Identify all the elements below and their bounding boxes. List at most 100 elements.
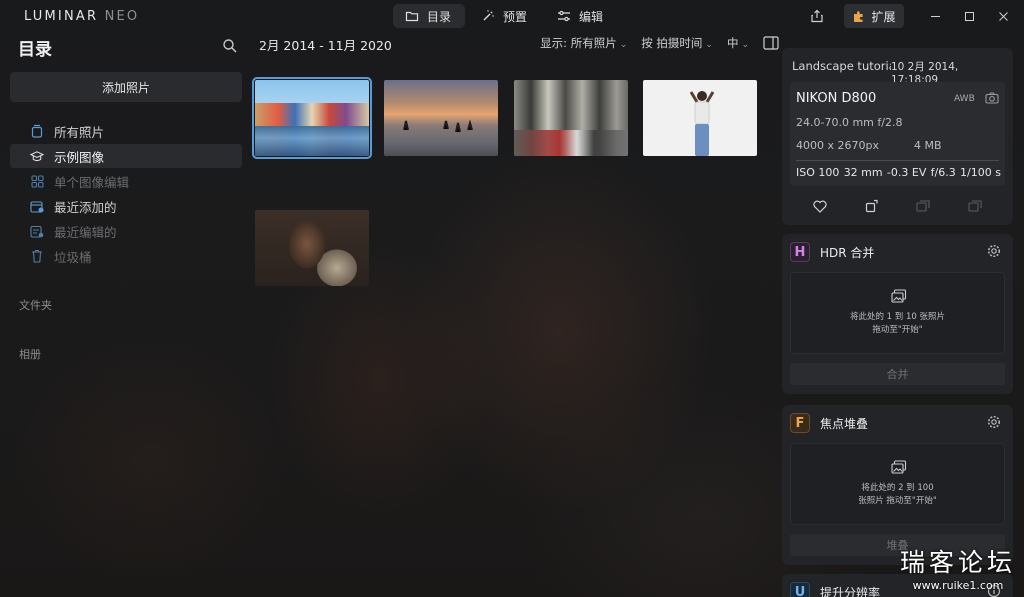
photos-icon [891, 460, 907, 474]
photos-icon [891, 289, 907, 303]
watermark-title: 瑞客论坛 [900, 548, 1017, 577]
image-info-card: Landscape tutoria 10 2月 2014, 17:18:09 N… [782, 48, 1013, 225]
exif-divider [796, 160, 999, 161]
magic-wand-icon [483, 10, 494, 21]
sidebar-item-trash[interactable]: 垃圾桶 [10, 244, 242, 268]
share-icon [811, 9, 823, 23]
hdr-merge-title: HDR 合并 [820, 245, 875, 260]
copy-icon[interactable] [967, 198, 983, 214]
title-bar-actions: 扩展 [806, 0, 1024, 32]
focus-drop-zone[interactable]: 将此处的 2 到 100 张照片 拖动至"开始" [790, 443, 1005, 525]
extensions-label: 扩展 [871, 9, 896, 24]
show-filter-dropdown[interactable]: 显示: 所有照片 ⌄ [540, 35, 627, 51]
sliders-icon [558, 10, 571, 22]
thumbnail-city-street[interactable] [514, 80, 628, 156]
mode-switcher: 目录 预置 编辑 [393, 4, 617, 28]
logo-main: LUMINAR [24, 9, 99, 24]
sidebar-item-recently-added[interactable]: 最近添加的 [10, 194, 242, 218]
gallery-toolbar: 2月 2014 - 11月 2020 显示: 所有照片 ⌄ 按 拍摄时间 ⌄ 中 ⌄ [252, 32, 779, 54]
tab-presets[interactable]: 预置 [469, 4, 541, 28]
sidebar-item-single-edits[interactable]: 单个图像编辑 [10, 169, 242, 193]
graduation-cap-icon [30, 149, 44, 163]
exposure-compensation: -0.3 EV [886, 166, 927, 179]
folder-icon [405, 11, 419, 22]
shutter-speed: 1/100 s [960, 166, 1001, 179]
tab-edit[interactable]: 编辑 [545, 4, 617, 28]
tab-catalog-label: 目录 [427, 9, 452, 24]
iso-value: ISO 100 [796, 166, 840, 179]
thumbnail-size-value: 中 [726, 36, 739, 50]
upscale-header: U 提升分辨率 [790, 582, 880, 597]
thumbnail-woman-white-background[interactable] [643, 80, 757, 156]
hdr-drop-text: 将此处的 1 到 10 张照片 拖动至"开始" [791, 311, 1004, 337]
sidebar-item-label: 最近编辑的 [54, 224, 117, 240]
sidebar-item-label: 垃圾桶 [54, 249, 92, 265]
rotate-icon[interactable] [864, 198, 880, 214]
sidebar-item-recently-edited[interactable]: 最近编辑的 [10, 219, 242, 243]
tab-catalog[interactable]: 目录 [393, 4, 466, 28]
extensions-button[interactable]: 扩展 [844, 4, 904, 28]
app-logo: LUMINAR NEO [24, 9, 139, 24]
minimize-button[interactable] [918, 0, 952, 32]
photo-stack-icon [30, 124, 44, 138]
thumbnail-beach-sunset[interactable] [384, 80, 498, 156]
grid-icon [30, 174, 44, 188]
file-size: 4 MB [914, 139, 942, 152]
chevron-down-icon: ⌄ [705, 40, 713, 50]
focus-drop-line1: 将此处的 2 到 100 [861, 483, 934, 493]
focus-stacking-header: F 焦点堆叠 [790, 413, 868, 433]
recent-edit-icon [30, 224, 44, 238]
close-icon [998, 11, 1008, 21]
merge-button[interactable]: 合并 [790, 363, 1005, 385]
sidebar-item-sample-images[interactable]: 示例图像 [10, 144, 242, 168]
white-balance: AWB [954, 94, 975, 104]
lens-info: 24.0-70.0 mm f/2.8 [796, 116, 903, 129]
focus-badge: F [790, 413, 810, 433]
info-actions [782, 198, 1013, 214]
exif-box: NIKON D800 AWB 24.0-70.0 mm f/2.8 4000 x… [790, 82, 1005, 186]
sort-dropdown[interactable]: 按 拍摄时间 ⌄ [641, 35, 713, 51]
aperture: f/6.3 [930, 166, 956, 179]
camera-icon [985, 92, 999, 104]
calendar-add-icon [30, 199, 44, 213]
hdr-drop-line2: 拖动至"开始" [872, 325, 923, 335]
sort-value: 按 拍摄时间 [641, 36, 703, 50]
sidebar-item-all-photos[interactable]: 所有照片 [10, 119, 242, 143]
focus-drop-line2: 张照片 拖动至"开始" [858, 496, 937, 506]
albums-section-label[interactable]: 相册 [19, 346, 41, 362]
sidebar: 目录 添加照片 所有照片 示例图像 单个图像编辑 最近添加的 最近编辑的 垃圾桶… [0, 32, 252, 597]
gear-icon[interactable] [987, 415, 1001, 429]
site-watermark: 瑞客论坛 www.ruike1.com [900, 543, 1016, 592]
sidebar-item-label: 单个图像编辑 [54, 174, 130, 190]
search-icon[interactable] [222, 38, 238, 54]
close-button[interactable] [986, 0, 1020, 32]
tab-edit-label: 编辑 [579, 9, 604, 24]
show-filter-value: 所有照片 [570, 36, 617, 50]
folders-section-label[interactable]: 文件夹 [19, 297, 52, 313]
catalog-nav: 所有照片 示例图像 单个图像编辑 最近添加的 最近编辑的 垃圾桶 [10, 119, 242, 269]
exposure-row: ISO 100 32 mm -0.3 EV f/6.3 1/100 s [796, 166, 1001, 179]
watermark-url: www.ruike1.com [912, 579, 1004, 592]
panel-toggle-icon[interactable] [763, 36, 779, 50]
figure-silhouette [689, 91, 715, 156]
thumbnail-portrait-woman[interactable] [255, 210, 369, 286]
compare-icon[interactable] [915, 198, 931, 214]
hdr-drop-line1: 将此处的 1 到 10 张照片 [849, 312, 946, 322]
upscale-badge: U [790, 582, 810, 597]
beach-figures [403, 119, 473, 133]
focus-stacking-title: 焦点堆叠 [820, 416, 869, 431]
trash-icon [30, 249, 44, 263]
puzzle-icon [854, 10, 864, 22]
sidebar-item-label: 最近添加的 [54, 199, 117, 215]
hdr-drop-zone[interactable]: 将此处的 1 到 10 张照片 拖动至"开始" [790, 272, 1005, 354]
page-title: 目录 [18, 40, 52, 60]
add-photos-button[interactable]: 添加照片 [10, 72, 242, 102]
thumbnail-size-dropdown[interactable]: 中 ⌄ [727, 35, 749, 51]
gear-icon[interactable] [987, 244, 1001, 258]
heart-icon[interactable] [812, 198, 828, 214]
minimize-icon [930, 15, 940, 17]
thumbnail-colorful-harbor-houses[interactable] [252, 77, 372, 159]
focus-stacking-card: F 焦点堆叠 将此处的 2 到 100 张照片 拖动至"开始" 堆叠 [782, 405, 1013, 565]
share-button[interactable] [806, 5, 828, 27]
maximize-button[interactable] [952, 0, 986, 32]
